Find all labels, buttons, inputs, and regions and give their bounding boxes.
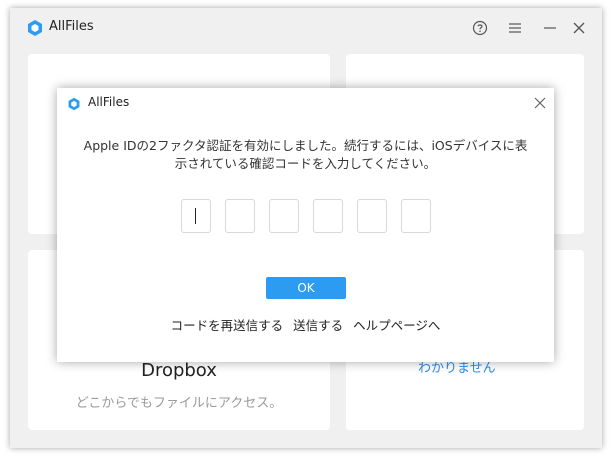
code-digit-2[interactable] <box>225 199 255 233</box>
send-link[interactable]: 送信する <box>293 318 343 333</box>
app-logo-icon <box>28 20 42 36</box>
text-caret <box>195 208 196 224</box>
code-digit-4[interactable] <box>313 199 343 233</box>
card-subtitle: どこからでもファイルにアクセス。 <box>75 396 283 411</box>
app-title: AllFiles <box>49 19 94 34</box>
menu-icon[interactable] <box>503 16 527 40</box>
dialog-close-icon[interactable] <box>531 94 549 112</box>
close-icon[interactable] <box>567 16 591 40</box>
card-title: Dropbox <box>141 360 217 381</box>
minimize-icon[interactable] <box>538 16 562 40</box>
dialog-logo-icon <box>68 97 80 111</box>
verification-dialog: AllFiles Apple IDの2ファクタ認証を有効にしました。続行するには… <box>57 88 554 362</box>
dialog-message-line2: 示されている確認コードを入力してください。 <box>174 156 437 171</box>
dialog-message-line1: Apple IDの2ファクタ認証を有効にしました。続行するには、iOSデバイスに… <box>83 138 528 153</box>
dialog-message: Apple IDの2ファクタ認証を有効にしました。続行するには、iOSデバイスに… <box>57 137 554 173</box>
dialog-links: コードを再送信する 送信する ヘルプページへ <box>57 315 554 334</box>
code-digit-3[interactable] <box>269 199 299 233</box>
code-digit-1[interactable] <box>181 199 211 233</box>
dialog-title: AllFiles <box>88 95 130 109</box>
code-digit-6[interactable] <box>401 199 431 233</box>
title-bar: AllFiles <box>10 8 602 48</box>
help-icon[interactable] <box>468 16 492 40</box>
help-page-link[interactable]: ヘルプページへ <box>353 318 440 333</box>
ok-button[interactable]: OK <box>266 277 346 299</box>
resend-code-link[interactable]: コードを再送信する <box>171 318 284 333</box>
code-digit-5[interactable] <box>357 199 387 233</box>
